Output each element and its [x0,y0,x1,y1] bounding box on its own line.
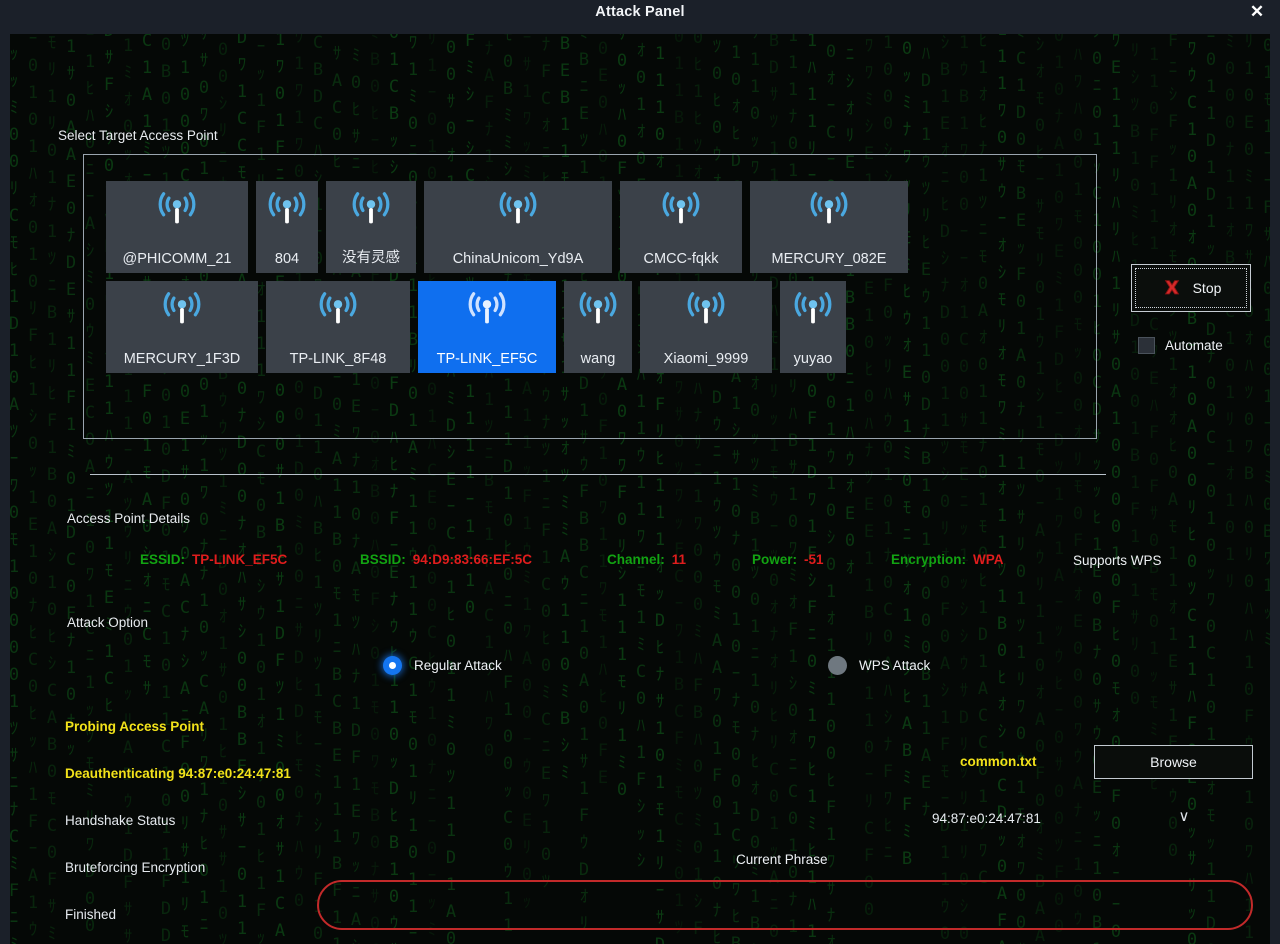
access-point-ssid: 804 [274,251,300,267]
wifi-signal-icon [468,292,506,324]
progress-step: Deauthenticating 94:87:e0:24:47:81 [65,766,291,781]
wifi-signal-icon [319,292,357,324]
section-divider [90,474,1106,475]
detail-field: ESSID: TP-LINK_EF5C [140,552,287,567]
wordlist-filename: common.txt [960,754,1037,769]
select-target-label: Select Target Access Point [58,128,218,143]
wifi-signal-icon [662,192,700,224]
attack-option-radio[interactable]: Regular Attack [383,656,502,675]
stop-button[interactable]: Stop [1131,264,1251,312]
access-point-tile[interactable]: Xiaomi_9999 [640,281,772,373]
detail-value: 94:D9:83:66:EF:5C [412,552,533,567]
access-point-ssid: @PHICOMM_21 [122,251,232,267]
wifi-signal-icon [158,192,196,224]
attack-option-radio-label: Regular Attack [414,658,502,673]
wifi-signal-icon [810,192,848,224]
current-phrase-input[interactable] [317,880,1253,930]
access-point-row: MERCURY_1F3D TP-LINK_8F48 TP-LINK_EF5C wang… [106,281,986,373]
wifi-signal-icon [499,192,537,224]
attack-panel-window: Attack Panel ✕ 0 1 0 ﾜ ﾋ F ｳ ｼ ｯ ｯ ﾐ 0 0… [0,0,1280,944]
wifi-signal-icon [794,292,832,324]
wifi-signal-icon [687,292,725,324]
access-point-tile[interactable]: 没有灵感 [326,181,416,273]
panel-content: Select Target Access Point @PHICOMM_21 80… [10,34,1270,944]
title-bar: Attack Panel ✕ [0,0,1280,24]
access-point-tile[interactable]: ChinaUnicom_Yd9A [424,181,612,273]
attack-option-label: Attack Option [67,615,149,630]
access-point-grid: @PHICOMM_21 804 没有灵感 ChinaUnicom_Yd9A CMCC-f… [106,181,986,381]
access-point-ssid: CMCC-fqkk [643,251,719,267]
access-point-ssid: MERCURY_1F3D [123,351,241,367]
progress-step: Handshake Status [65,813,176,828]
access-point-tile[interactable]: yuyao [780,281,846,373]
wifi-signal-icon [163,292,201,324]
radio-indicator[interactable] [828,656,847,675]
detail-field: BSSID: 94:D9:83:66:EF:5C [360,552,532,567]
wifi-signal-icon [268,192,306,224]
window-title: Attack Panel [595,4,685,20]
access-point-tile[interactable]: wang [564,281,632,373]
chevron-down-icon[interactable]: ∨ [1173,806,1195,826]
stop-button-label: Stop [1192,280,1222,296]
detail-value: 11 [671,552,687,567]
access-point-tile[interactable]: TP-LINK_8F48 [266,281,410,373]
access-point-tile[interactable]: MERCURY_1F3D [106,281,258,373]
detail-value: WPA [973,552,1004,567]
access-point-tile[interactable]: @PHICOMM_21 [106,181,248,273]
automate-checkbox[interactable] [1138,337,1155,354]
access-point-ssid: 没有灵感 [342,250,400,266]
current-phrase-label: Current Phrase [736,852,828,867]
access-point-row: @PHICOMM_21 804 没有灵感 ChinaUnicom_Yd9A CMCC-f… [106,181,986,273]
access-point-ssid: MERCURY_082E [771,251,887,267]
supports-wps-label: Supports WPS [1073,553,1162,568]
panel-stage: 0 1 0 ﾜ ﾋ F ｳ ｼ ｯ ｯ ﾐ 0 0 ﾘ C ﾓ ﾋ 1 D 1 … [10,34,1270,944]
red-x-icon [1164,280,1179,295]
detail-key: Power: [752,552,798,567]
access-point-ssid: yuyao [793,351,833,367]
automate-checkbox-row[interactable]: Automate [1138,337,1223,354]
radio-indicator[interactable] [383,656,402,675]
detail-field: Encryption: WPA [891,552,1004,567]
detail-key: BSSID: [360,552,406,567]
wifi-signal-icon [579,292,617,324]
detail-value: -51 [804,552,824,567]
close-icon[interactable]: ✕ [1240,0,1274,24]
automate-label: Automate [1165,338,1223,353]
access-point-ssid: wang [580,351,616,367]
detail-key: Encryption: [891,552,967,567]
attack-option-radio-label: WPS Attack [859,658,931,673]
attack-option-radio[interactable]: WPS Attack [828,656,930,675]
access-point-ssid: ChinaUnicom_Yd9A [452,251,584,267]
stop-focus-ring [1135,268,1247,308]
wifi-signal-icon [352,192,390,224]
access-point-details-label: Access Point Details [67,511,191,526]
window-frame: 0 1 0 ﾜ ﾋ F ｳ ｼ ｯ ｯ ﾐ 0 0 ﾘ C ﾓ ﾋ 1 D 1 … [0,24,1280,944]
browse-button[interactable]: Browse [1094,745,1253,779]
access-point-tile[interactable]: TP-LINK_EF5C [418,281,556,373]
detail-field: Power: -51 [752,552,824,567]
access-point-tile[interactable]: 804 [256,181,318,273]
access-point-ssid: TP-LINK_EF5C [436,351,538,367]
access-point-ssid: Xiaomi_9999 [663,351,749,367]
access-point-ssid: TP-LINK_8F48 [289,351,387,367]
detail-field: Channel: 11 [607,552,686,567]
detail-key: ESSID: [140,552,186,567]
progress-step: Bruteforcing Encryption [65,860,206,875]
progress-step: Finished [65,907,117,922]
handshake-mac-value: 94:87:e0:24:47:81 [932,811,1041,826]
detail-value: TP-LINK_EF5C [192,552,288,567]
progress-step: Probing Access Point [65,719,205,734]
detail-key: Channel: [607,552,665,567]
access-point-tile[interactable]: MERCURY_082E [750,181,908,273]
access-point-tile[interactable]: CMCC-fqkk [620,181,742,273]
